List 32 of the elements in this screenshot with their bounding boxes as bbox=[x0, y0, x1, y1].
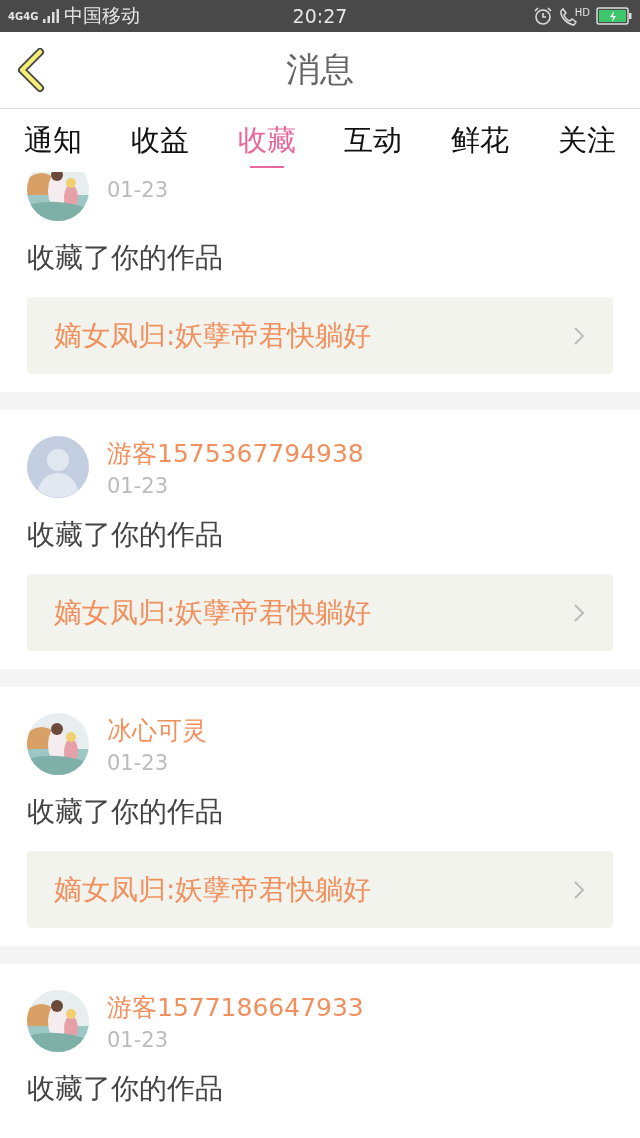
message-date: 01-23 bbox=[107, 178, 169, 202]
message-text: 收藏了你的作品 bbox=[27, 1071, 224, 1107]
tab[interactable]: 鲜花 bbox=[431, 109, 530, 172]
message-text: 收藏了你的作品 bbox=[27, 794, 224, 830]
signal-icon bbox=[42, 8, 61, 24]
message-text: 收藏了你的作品 bbox=[27, 240, 224, 276]
tab[interactable]: 关注 bbox=[538, 109, 636, 172]
book-link[interactable]: 嫡女凤归:妖孽帝君快躺好 bbox=[27, 297, 613, 374]
clock-time: 20:27 bbox=[292, 5, 348, 27]
network-label: 4G4G bbox=[8, 10, 39, 22]
chevron-icon bbox=[573, 879, 585, 900]
battery-icon bbox=[596, 7, 632, 25]
user-name[interactable]: 冰心可灵 bbox=[107, 713, 207, 747]
page-title: 消息 bbox=[286, 48, 354, 91]
message-date: 01-23 bbox=[107, 473, 170, 498]
tab[interactable]: 收益 bbox=[110, 109, 209, 172]
phone-icon bbox=[558, 6, 577, 26]
chevron-icon bbox=[573, 602, 585, 623]
carrier-name: 中国移动 bbox=[64, 3, 141, 28]
book-link[interactable]: 嫡女凤归:妖孽帝君快躺好 bbox=[27, 851, 613, 928]
user-name[interactable]: 游客1577186647933 bbox=[107, 990, 364, 1024]
hd-label: HD bbox=[574, 6, 590, 18]
message-text: 收藏了你的作品 bbox=[27, 517, 224, 553]
message-date: 01-23 bbox=[107, 1027, 170, 1052]
book-link[interactable]: 嫡女凤归:妖孽帝君快躺好 bbox=[27, 574, 613, 651]
alarm-icon bbox=[532, 6, 553, 26]
tab[interactable]: 互动 bbox=[324, 109, 423, 172]
message-date: 01-23 bbox=[107, 750, 170, 775]
user-name[interactable]: 游客1575367794938 bbox=[107, 436, 364, 470]
chevron-icon bbox=[573, 325, 585, 346]
tab[interactable]: 通知 bbox=[4, 109, 102, 172]
avatar-icon bbox=[27, 436, 89, 498]
